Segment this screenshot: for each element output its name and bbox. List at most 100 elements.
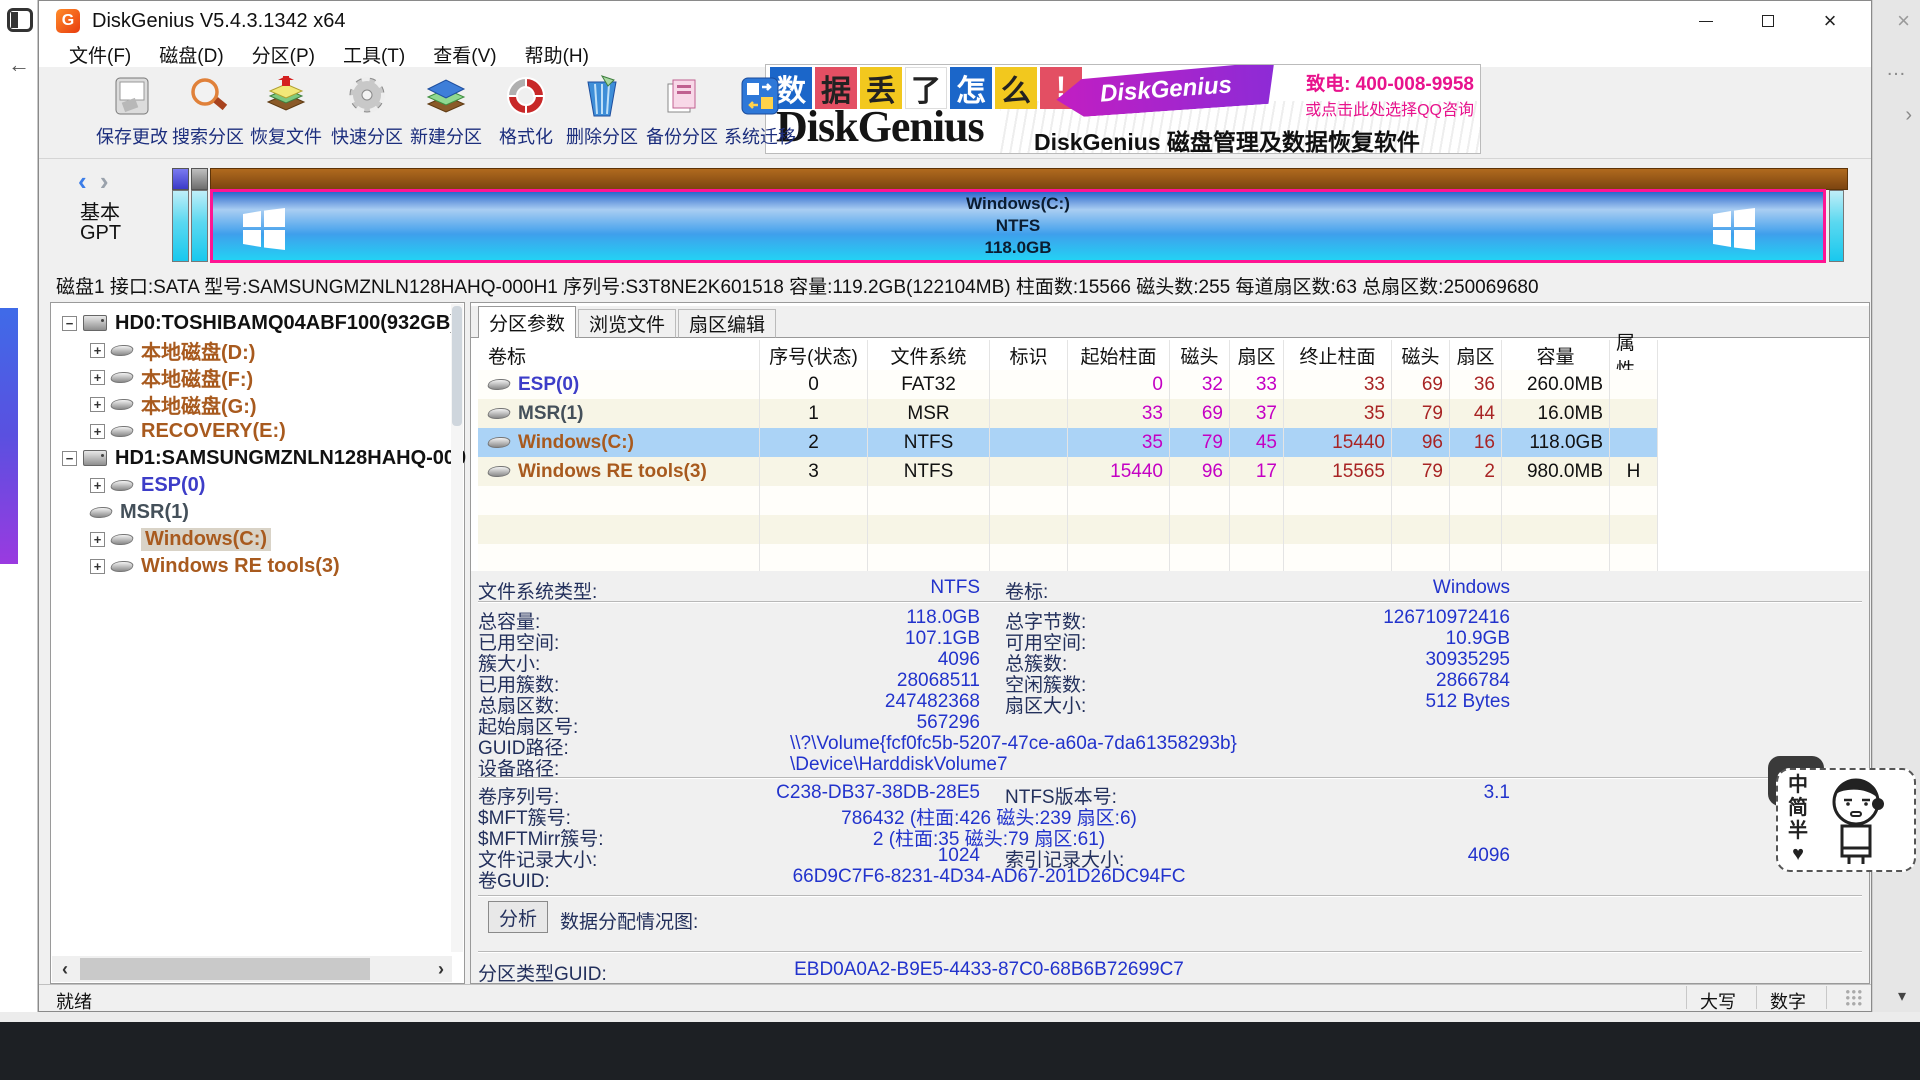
tree-partition-本地磁盘(D:)[interactable]: +本地磁盘(D:): [90, 337, 255, 363]
ime-floating-widget[interactable]: 中简半♥: [1774, 766, 1918, 876]
detail-value: 4096: [1005, 845, 1510, 867]
toolbar-format[interactable]: 格式化: [486, 69, 566, 157]
tree-partition-Windows RE tools(3)[interactable]: +Windows RE tools(3): [90, 553, 340, 579]
expand-icon[interactable]: +: [90, 532, 105, 547]
save-changes-icon: [109, 73, 155, 119]
table-row-ESP(0)[interactable]: ESP(0)0FAT3203233336936260.0MB: [478, 370, 1658, 399]
tree-disk-1[interactable]: −HD1:SAMSUNGMZNLN128HAHQ-000: [62, 445, 466, 471]
toolbar-new-partition[interactable]: 新建分区: [406, 69, 486, 157]
prev-disk-icon[interactable]: ‹: [78, 166, 87, 196]
banner-contact[interactable]: 致电: 400-008-9958 或点击此处选择QQ咨询: [1305, 69, 1474, 120]
detail-value: 118.0GB: [478, 607, 980, 629]
disk-nav-arrows[interactable]: ‹ ›: [78, 166, 109, 197]
expand-icon[interactable]: +: [90, 343, 105, 358]
background-more-icon[interactable]: …: [1886, 58, 1906, 81]
background-chevron-icon[interactable]: ›: [1905, 104, 1912, 127]
minimize-button[interactable]: [1678, 1, 1734, 41]
detail-value: NTFS: [478, 577, 980, 599]
column-header-序号(状态)[interactable]: 序号(状态): [760, 340, 868, 370]
column-header-标识[interactable]: 标识: [990, 340, 1068, 370]
menu-查看(V)[interactable]: 查看(V): [419, 41, 510, 68]
column-header-文件系统[interactable]: 文件系统: [868, 340, 990, 370]
toolbar-backup-partition[interactable]: 备份分区: [642, 69, 722, 157]
cell-empty: [1068, 515, 1170, 544]
tree-disk-label: HD0:TOSHIBAMQ04ABF100(932GB): [115, 312, 457, 335]
banner-ad[interactable]: 数据丢了怎么! DiskGenius 致电: 400-008-9958 或点击此…: [765, 64, 1481, 154]
detail-row: $MFTMirr簇号:2 (柱面:35 磁头:79 扇区:61): [478, 824, 1868, 845]
menu-工具(T)[interactable]: 工具(T): [329, 41, 419, 68]
toolbar-save-changes[interactable]: 保存更改: [92, 69, 172, 157]
esp-partition-bar[interactable]: [172, 190, 189, 262]
collapse-icon[interactable]: −: [62, 451, 77, 466]
menu-磁盘(D)[interactable]: 磁盘(D): [145, 41, 237, 68]
partition-icon: [109, 345, 135, 356]
detail-value: 28068511: [478, 670, 980, 692]
column-header-扇区[interactable]: 扇区: [1450, 340, 1502, 370]
toolbar-search-partition[interactable]: 搜索分区: [168, 69, 248, 157]
tab-扇区编辑[interactable]: 扇区编辑: [678, 309, 776, 338]
tree-partition-本地磁盘(F:)[interactable]: +本地磁盘(F:): [90, 364, 253, 390]
resize-grip[interactable]: [1846, 990, 1862, 1006]
expand-icon[interactable]: +: [90, 370, 105, 385]
background-close-icon[interactable]: ×: [1897, 8, 1910, 34]
maximize-button[interactable]: [1740, 1, 1796, 41]
tree-vertical-scrollbar-thumb[interactable]: [452, 306, 462, 426]
tab-浏览文件[interactable]: 浏览文件: [578, 309, 676, 338]
tree-partition-Windows(C:)[interactable]: +Windows(C:): [90, 526, 271, 552]
tree-disk-0[interactable]: − HD0:TOSHIBAMQ04ABF100(932GB): [62, 310, 457, 336]
detail-value: 512 Bytes: [1005, 691, 1510, 713]
column-header-卷标[interactable]: 卷标: [478, 340, 760, 370]
analyze-button[interactable]: 分析: [488, 901, 548, 933]
tree-horizontal-scrollbar-thumb[interactable]: [80, 958, 370, 980]
toolbar-system-migrate[interactable]: 系统迁移: [720, 69, 800, 157]
toolbar-label: 搜索分区: [172, 123, 244, 149]
back-arrow-icon[interactable]: ←: [8, 52, 30, 78]
browser-tab-panel-icon[interactable]: [7, 8, 33, 32]
banner-qq[interactable]: 或点击此处选择QQ咨询: [1305, 96, 1474, 120]
cell-终止柱面: 15440: [1284, 428, 1392, 457]
msr-partition-bar[interactable]: [191, 190, 208, 262]
detail-value: 66D9C7F6-8231-4D34-AD67-201D26DC94FC: [478, 866, 1500, 888]
cell-起始柱面: 15440: [1068, 457, 1170, 486]
column-header-磁头[interactable]: 磁头: [1392, 340, 1450, 370]
tree-partition-RECOVERY(E:)[interactable]: +RECOVERY(E:): [90, 418, 286, 444]
expand-icon[interactable]: +: [90, 559, 105, 574]
menu-文件(F)[interactable]: 文件(F): [55, 41, 145, 68]
expand-icon[interactable]: +: [90, 424, 105, 439]
cell-属性: H: [1610, 457, 1658, 486]
menu-帮助(H)[interactable]: 帮助(H): [511, 41, 603, 68]
collapse-icon[interactable]: −: [62, 316, 77, 331]
toolbar-recover-files[interactable]: 恢复文件: [246, 69, 326, 157]
tree-partition-本地磁盘(G:)[interactable]: +本地磁盘(G:): [90, 391, 257, 417]
taskbar: [0, 1022, 1920, 1080]
column-header-属性[interactable]: 属性: [1610, 340, 1658, 370]
detail-separator: [478, 895, 1862, 897]
re-tools-partition-bar[interactable]: [1829, 190, 1844, 262]
background-dropdown-icon[interactable]: ▾: [1898, 986, 1906, 1006]
menu-分区(P)[interactable]: 分区(P): [238, 41, 329, 68]
scroll-left-icon[interactable]: ‹: [52, 956, 78, 982]
tree-partition-ESP(0)[interactable]: +ESP(0): [90, 472, 205, 498]
column-header-起始柱面[interactable]: 起始柱面: [1068, 340, 1170, 370]
next-disk-icon[interactable]: ›: [100, 166, 109, 196]
tab-分区参数[interactable]: 分区参数: [478, 306, 576, 338]
expand-icon[interactable]: +: [90, 397, 105, 412]
toolbar-quick-partition[interactable]: 快速分区: [327, 69, 407, 157]
cell-empty: [1450, 486, 1502, 515]
toolbar-label: 格式化: [499, 123, 553, 149]
table-row-Windows RE tools(3)[interactable]: Windows RE tools(3)3NTFS1544096171556579…: [478, 457, 1658, 486]
windows-c-partition-bar[interactable]: Windows(C:) NTFS 118.0GB: [210, 189, 1826, 263]
table-row-Windows(C:)[interactable]: Windows(C:)2NTFS357945154409616118.0GB: [478, 428, 1658, 457]
column-header-终止柱面[interactable]: 终止柱面: [1284, 340, 1392, 370]
expand-icon[interactable]: +: [90, 478, 105, 493]
tree-horizontal-scrollbar[interactable]: ‹: [52, 956, 452, 982]
column-header-磁头[interactable]: 磁头: [1170, 340, 1230, 370]
table-row-MSR(1)[interactable]: MSR(1)1MSR33693735794416.0MB: [478, 399, 1658, 428]
tree-partition-MSR(1)[interactable]: MSR(1): [90, 499, 189, 525]
close-button[interactable]: ×: [1802, 1, 1858, 41]
scroll-right-icon[interactable]: ›: [428, 956, 454, 982]
column-header-容量[interactable]: 容量: [1502, 340, 1610, 370]
cell-标识: [990, 399, 1068, 428]
toolbar-delete-partition[interactable]: 删除分区: [562, 69, 642, 157]
column-header-扇区[interactable]: 扇区: [1230, 340, 1284, 370]
